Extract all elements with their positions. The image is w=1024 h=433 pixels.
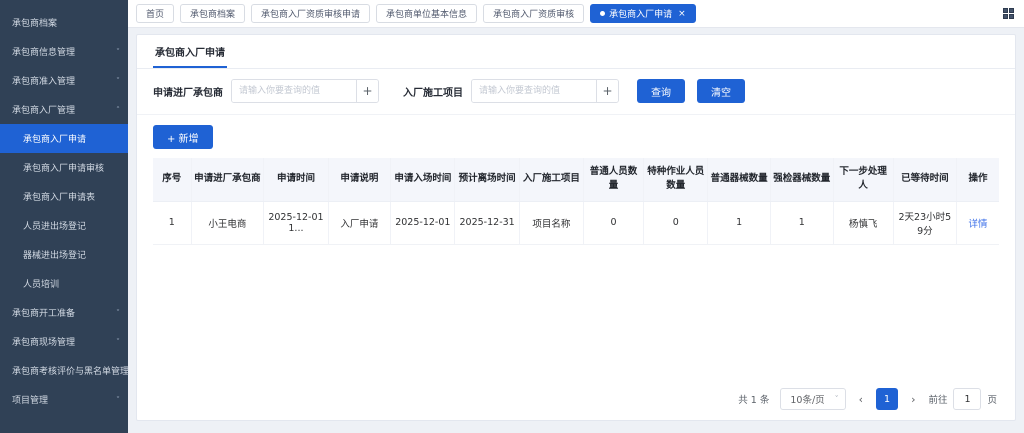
project-add-plus-icon[interactable]: + xyxy=(596,80,618,102)
chevron-down-icon: ˅ xyxy=(116,366,120,375)
panel-card: 承包商入厂申请 申请进厂承包商 + 入厂施工项目 + 查询 清空 + 新增 xyxy=(136,34,1016,421)
panel-titlebar: 承包商入厂申请 xyxy=(137,35,1015,69)
content-area: 承包商入厂申请 申请进厂承包商 + 入厂施工项目 + 查询 清空 + 新增 xyxy=(128,28,1024,433)
sidebar-item-contractor-archive[interactable]: 承包商档案 xyxy=(0,8,128,37)
apps-grid-icon[interactable] xyxy=(1003,8,1014,19)
prev-page-button[interactable]: ‹ xyxy=(857,393,865,406)
main-area: 首页 承包商档案 承包商入厂资质审核申请 承包商单位基本信息 承包商入厂资质审核… xyxy=(128,0,1024,433)
active-tab-dot-icon xyxy=(600,11,605,16)
table-header-row: 序号 申请进厂承包商 申请时间 申请说明 申请入场时间 预计离场时间 入厂施工项… xyxy=(153,158,999,201)
cell-normal-staff: 0 xyxy=(584,201,644,244)
empty-space xyxy=(137,245,1015,381)
cell-apply-desc: 入厂申请 xyxy=(328,201,391,244)
cell-waited-time: 2天23小时59分 xyxy=(893,201,956,244)
chevron-down-icon: ˅ xyxy=(116,308,120,317)
close-icon[interactable]: × xyxy=(678,9,686,19)
cell-leave-time: 2025-12-31 xyxy=(455,201,519,244)
query-button[interactable]: 查询 xyxy=(637,79,685,103)
cell-enter-time: 2025-12-01 xyxy=(391,201,455,244)
goto-prefix: 前往 xyxy=(928,392,947,406)
total-count: 共 1 条 xyxy=(738,392,769,406)
tab-entry-application-active[interactable]: 承包商入厂申请 × xyxy=(590,4,696,23)
col-action: 操作 xyxy=(957,158,999,201)
goto-page: 前往 页 xyxy=(928,388,997,410)
col-contractor: 申请进厂承包商 xyxy=(191,158,264,201)
page-size-select[interactable]: 10条/页 ˅ xyxy=(780,388,845,410)
col-normal-staff: 普通人员数量 xyxy=(584,158,644,201)
detail-link[interactable]: 详情 xyxy=(969,219,988,230)
contractor-search-input[interactable] xyxy=(232,80,356,102)
tab-entry-qualification-review-application[interactable]: 承包商入厂资质审核申请 xyxy=(251,4,370,23)
cell-apply-time: 2025-12-01 1... xyxy=(264,201,328,244)
field-label-contractor: 申请进厂承包商 xyxy=(153,84,223,99)
sidebar-item-personnel-training[interactable]: 人员培训 xyxy=(0,269,128,298)
sidebar-item-project-mgmt[interactable]: 项目管理˅ xyxy=(0,385,128,414)
sidebar-item-contractor-access-mgmt[interactable]: 承包商准入管理˅ xyxy=(0,66,128,95)
tab-entry-qualification-review[interactable]: 承包商入厂资质审核 xyxy=(483,4,584,23)
col-enter-time: 申请入场时间 xyxy=(391,158,455,201)
sidebar-item-contractor-evaluation-blacklist[interactable]: 承包商考核评价与黑名单管理˅ xyxy=(0,356,128,385)
sidebar-item-contractor-site-mgmt[interactable]: 承包商现场管理˅ xyxy=(0,327,128,356)
sidebar-item-entry-application-form[interactable]: 承包商入厂申请表 xyxy=(0,182,128,211)
col-normal-equipment: 普通器械数量 xyxy=(708,158,771,201)
cell-inspect-equipment: 1 xyxy=(770,201,833,244)
chevron-down-icon: ˅ xyxy=(116,47,120,56)
goto-page-input[interactable] xyxy=(953,388,981,410)
chevron-down-icon: ˅ xyxy=(116,337,120,346)
applications-table: 序号 申请进厂承包商 申请时间 申请说明 申请入场时间 预计离场时间 入厂施工项… xyxy=(153,158,999,245)
chevron-down-icon: ˅ xyxy=(835,395,839,404)
cell-project: 项目名称 xyxy=(519,201,583,244)
col-special-staff: 特种作业人员数量 xyxy=(644,158,708,201)
sidebar: 承包商档案 承包商信息管理˅ 承包商准入管理˅ 承包商入厂管理˄ 承包商入厂申请… xyxy=(0,0,128,433)
tab-home[interactable]: 首页 xyxy=(136,4,174,23)
sidebar-item-entry-application-review[interactable]: 承包商入厂申请审核 xyxy=(0,153,128,182)
cell-next-handler: 杨慎飞 xyxy=(833,201,893,244)
contractor-input-group: + xyxy=(231,79,379,103)
col-inspect-equipment: 强检器械数量 xyxy=(770,158,833,201)
field-label-project: 入厂施工项目 xyxy=(403,84,463,99)
cell-special-staff: 0 xyxy=(644,201,708,244)
col-apply-desc: 申请说明 xyxy=(328,158,391,201)
col-leave-time: 预计离场时间 xyxy=(455,158,519,201)
col-waited-time: 已等待时间 xyxy=(893,158,956,201)
page-number-1[interactable]: 1 xyxy=(876,388,898,410)
cell-contractor: 小王电商 xyxy=(191,201,264,244)
col-seq: 序号 xyxy=(153,158,191,201)
sidebar-item-equipment-inout-register[interactable]: 器械进出场登记 xyxy=(0,240,128,269)
cell-seq: 1 xyxy=(153,201,191,244)
pagination: 共 1 条 10条/页 ˅ ‹ 1 › 前往 页 xyxy=(137,380,1015,420)
toolbar: + 新增 xyxy=(137,115,1015,158)
sidebar-item-personnel-inout-register[interactable]: 人员进出场登记 xyxy=(0,211,128,240)
panel-title-tab[interactable]: 承包商入厂申请 xyxy=(153,35,227,68)
chevron-up-icon: ˄ xyxy=(116,105,120,114)
table-row: 1 小王电商 2025-12-01 1... 入厂申请 2025-12-01 2… xyxy=(153,201,999,244)
add-button[interactable]: + 新增 xyxy=(153,125,213,149)
cell-action: 详情 xyxy=(957,201,999,244)
search-form: 申请进厂承包商 + 入厂施工项目 + 查询 清空 xyxy=(137,69,1015,115)
chevron-down-icon: ˅ xyxy=(116,76,120,85)
sidebar-item-contractor-startup-prep[interactable]: 承包商开工准备˅ xyxy=(0,298,128,327)
col-next-handler: 下一步处理人 xyxy=(833,158,893,201)
chevron-down-icon: ˅ xyxy=(116,395,120,404)
col-project: 入厂施工项目 xyxy=(519,158,583,201)
tab-contractor-archive[interactable]: 承包商档案 xyxy=(180,4,245,23)
sidebar-item-contractor-info-mgmt[interactable]: 承包商信息管理˅ xyxy=(0,37,128,66)
col-apply-time: 申请时间 xyxy=(264,158,328,201)
project-search-input[interactable] xyxy=(472,80,596,102)
table-container: 序号 申请进厂承包商 申请时间 申请说明 申请入场时间 预计离场时间 入厂施工项… xyxy=(137,158,1015,245)
sidebar-item-entry-application[interactable]: 承包商入厂申请 xyxy=(0,124,128,153)
project-input-group: + xyxy=(471,79,619,103)
clear-button[interactable]: 清空 xyxy=(697,79,745,103)
top-tabbar: 首页 承包商档案 承包商入厂资质审核申请 承包商单位基本信息 承包商入厂资质审核… xyxy=(128,0,1024,28)
next-page-button[interactable]: › xyxy=(909,393,917,406)
goto-suffix: 页 xyxy=(987,392,997,406)
sidebar-item-contractor-entry-mgmt[interactable]: 承包商入厂管理˄ xyxy=(0,95,128,124)
tab-contractor-unit-basic-info[interactable]: 承包商单位基本信息 xyxy=(376,4,477,23)
cell-normal-equipment: 1 xyxy=(708,201,771,244)
contractor-add-plus-icon[interactable]: + xyxy=(356,80,378,102)
